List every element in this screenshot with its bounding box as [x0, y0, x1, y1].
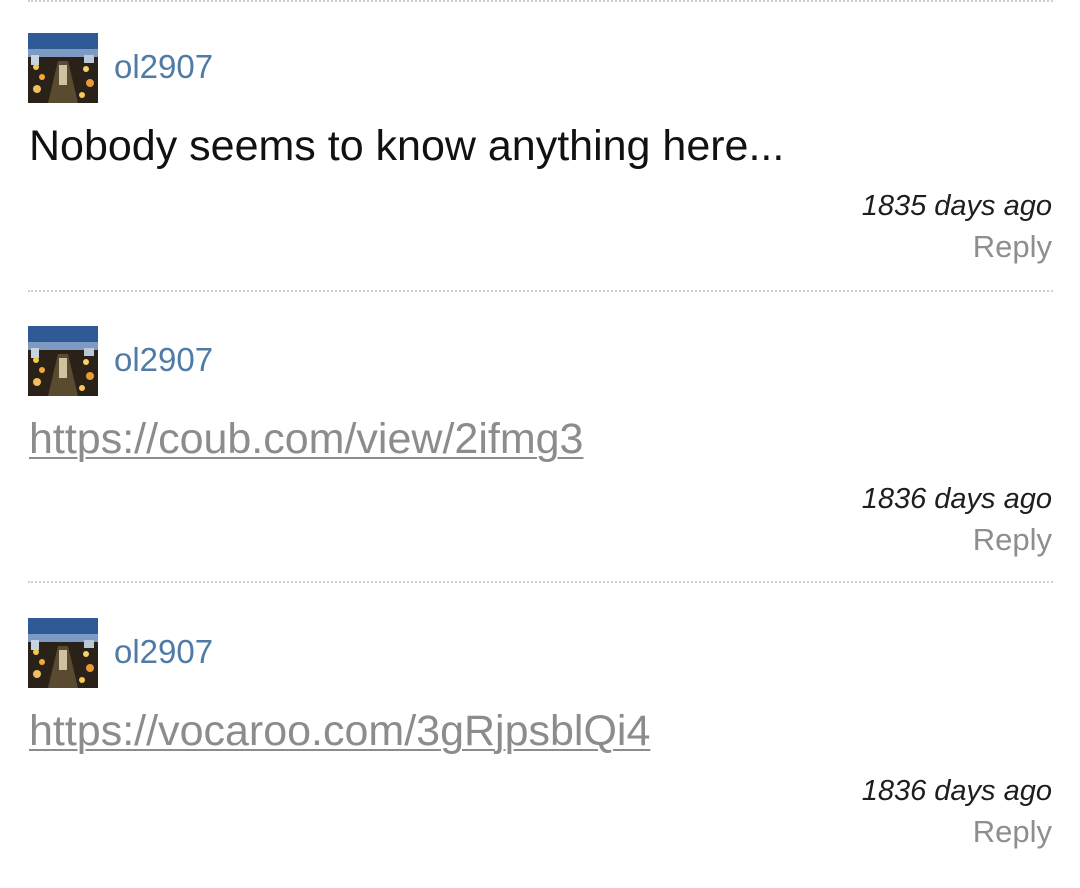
comment-divider	[28, 290, 1053, 292]
user-avatar[interactable]	[28, 33, 98, 103]
comment-text: Nobody seems to know anything here...	[29, 122, 785, 170]
comment-link[interactable]: https://vocaroo.com/3gRjpsblQi4	[29, 704, 650, 758]
reply-button[interactable]: Reply	[973, 813, 1052, 851]
comment-timestamp: 1835 days ago	[861, 190, 1052, 222]
reply-button[interactable]: Reply	[973, 521, 1052, 559]
comment-link[interactable]: https://coub.com/view/2ifmg3	[29, 412, 583, 466]
user-avatar[interactable]	[28, 326, 98, 396]
comment-username[interactable]: ol2907	[114, 47, 213, 87]
comment-divider	[28, 581, 1053, 583]
comment-divider	[28, 0, 1053, 2]
comment-item: ol2907 Nobody seems to know anything her…	[0, 33, 1080, 303]
comment-item: ol2907 https://coub.com/view/2ifmg3 1836…	[0, 326, 1080, 596]
comment-timestamp: 1836 days ago	[861, 483, 1052, 515]
comment-item: ol2907 https://vocaroo.com/3gRjpsblQi4 1…	[0, 618, 1080, 888]
comment-username[interactable]: ol2907	[114, 632, 213, 672]
comment-timestamp: 1836 days ago	[861, 775, 1052, 807]
comment-username[interactable]: ol2907	[114, 340, 213, 380]
user-avatar[interactable]	[28, 618, 98, 688]
reply-button[interactable]: Reply	[973, 228, 1052, 266]
